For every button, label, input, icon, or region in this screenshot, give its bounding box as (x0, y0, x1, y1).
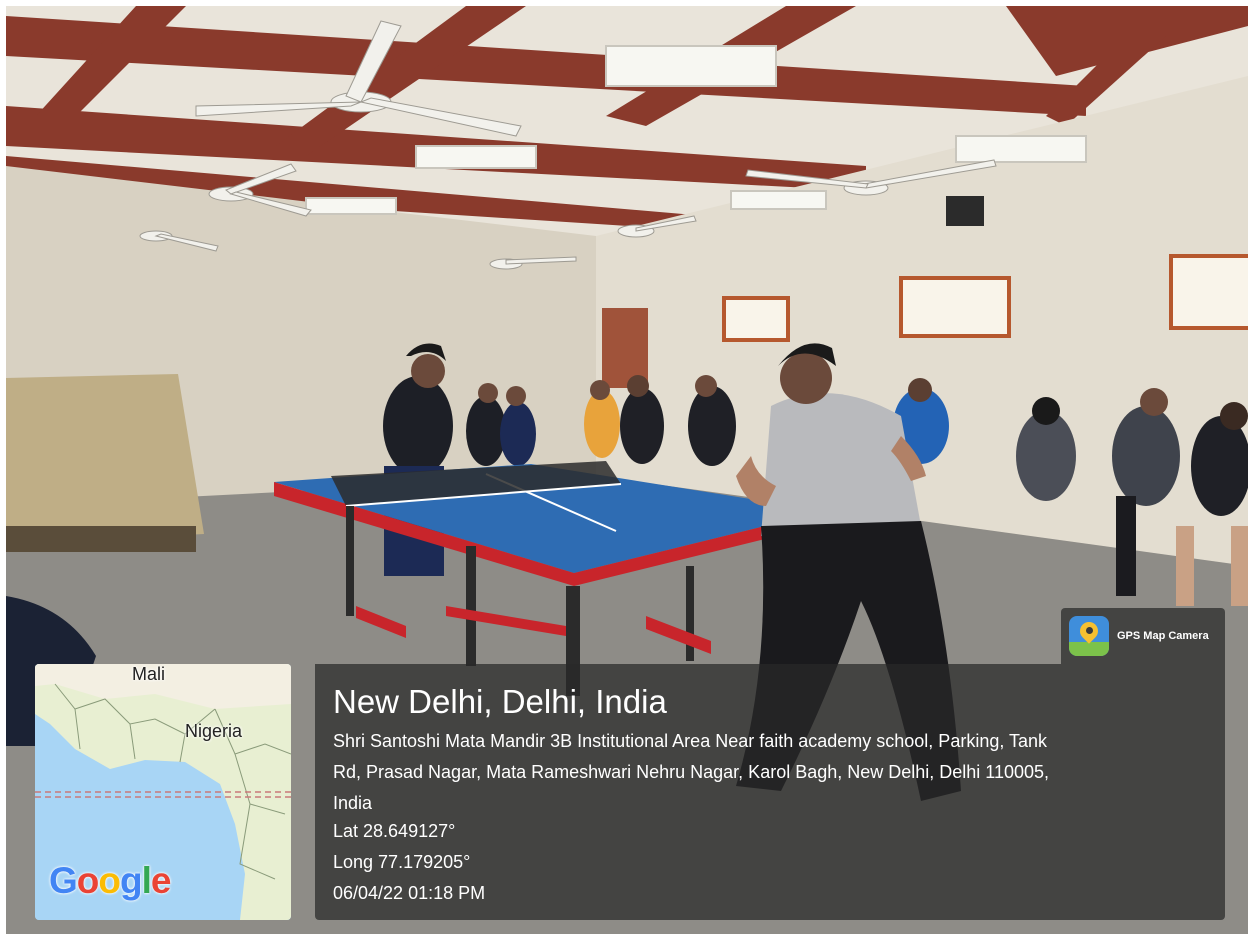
map-label-mali: Mali (132, 664, 166, 684)
latitude: Lat 28.649127° (333, 821, 456, 841)
longitude: Long 77.179205° (333, 852, 471, 872)
app-badge: GPS Map Camera (1061, 608, 1225, 664)
address-line: India (333, 793, 373, 813)
gps-map-camera-icon (1069, 616, 1109, 656)
photo-frame: GPS Map Camera New Delhi, Delhi, India S… (0, 0, 1254, 940)
location-address: Shri Santoshi Mata Mandir 3B Institution… (333, 726, 1203, 819)
google-logo: Google (49, 860, 171, 901)
map-label-nigeria: Nigeria (185, 721, 243, 741)
location-city: New Delhi, Delhi, India (333, 683, 667, 720)
address-line: Rd, Prasad Nagar, Mata Rameshwari Nehru … (333, 762, 1050, 782)
app-badge-label: GPS Map Camera (1117, 630, 1209, 642)
location-info-panel: New Delhi, Delhi, India Shri Santoshi Ma… (315, 664, 1225, 920)
map-thumbnail: Mali Nigeria Google (35, 664, 291, 920)
timestamp: 06/04/22 01:18 PM (333, 883, 486, 903)
address-line: Shri Santoshi Mata Mandir 3B Institution… (333, 731, 1048, 751)
